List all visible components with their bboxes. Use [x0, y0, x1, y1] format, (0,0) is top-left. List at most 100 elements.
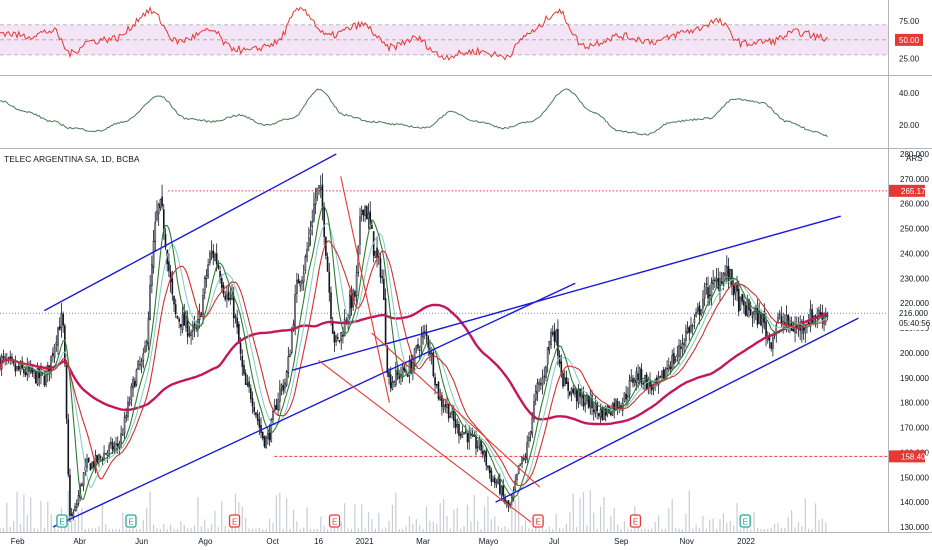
volume-bar: [603, 496, 605, 532]
volume-bar: [289, 528, 291, 532]
earnings-marker-label: E: [232, 518, 237, 527]
candle-body: [62, 313, 64, 326]
stock-chart[interactable]: 75.00 50.00 25.00 40.00 20.00 TELEC ARGENTI…: [0, 0, 932, 550]
candle-body: [550, 332, 552, 345]
volume-bar: [562, 528, 564, 532]
candle-body: [625, 393, 627, 400]
candle-body: [135, 369, 138, 386]
volume-bar: [275, 495, 277, 532]
price-tick-label: 140.000: [900, 498, 929, 507]
candle-body: [446, 404, 448, 408]
volume-bar: [255, 528, 257, 532]
candle-body: [321, 184, 324, 210]
volume-bar: [408, 516, 411, 532]
volume-bar: [463, 525, 465, 532]
price-pane[interactable]: [0, 149, 932, 532]
volume-bar: [436, 523, 438, 532]
volume-bar: [671, 499, 673, 532]
volume-bar: [490, 519, 492, 532]
candle-body: [456, 424, 459, 427]
volume-bar: [337, 527, 339, 532]
volume-bar: [101, 504, 103, 532]
volume-bar: [596, 528, 598, 532]
volume-bar: [357, 528, 359, 532]
candle-body: [244, 373, 247, 385]
volume-bar: [425, 506, 428, 532]
volume-bar: [429, 520, 431, 532]
candle-body: [374, 250, 377, 258]
volume-bar: [466, 504, 469, 532]
volume-bar: [675, 528, 677, 532]
candle-body: [543, 375, 546, 378]
candle-body: [249, 388, 252, 400]
time-tick-label: Jul: [549, 537, 559, 546]
time-tick-label: 16: [314, 537, 323, 546]
volume-bar: [303, 527, 305, 532]
time-tick-label: Feb: [11, 537, 25, 546]
candle-body: [485, 450, 488, 466]
candle-body: [232, 295, 235, 319]
candle-body: [64, 325, 66, 364]
volume-bar: [784, 528, 786, 532]
candle-body: [724, 272, 726, 276]
candle-body: [787, 314, 790, 327]
candle-body: [371, 225, 373, 229]
candle-body: [55, 342, 58, 345]
candle-body: [253, 406, 256, 412]
volume-bar: [94, 528, 97, 532]
volume-bar: [449, 528, 452, 532]
candle-body: [784, 322, 786, 324]
candle-body: [743, 300, 745, 306]
volume-bar: [258, 527, 260, 532]
candle-body: [360, 210, 363, 216]
volume-bar: [446, 515, 448, 532]
candle-body: [251, 398, 254, 407]
candle-body: [314, 197, 317, 205]
volume-bar: [105, 524, 107, 532]
candle-body: [290, 331, 293, 353]
candle-body: [181, 314, 184, 331]
volume-bar: [306, 507, 308, 532]
time-tick-label: Sep: [614, 537, 629, 546]
candle-body: [108, 445, 111, 452]
candle-body: [185, 316, 187, 328]
volume-bar: [739, 528, 742, 532]
candle-body: [540, 383, 542, 385]
candle-body: [582, 393, 585, 407]
volume-bar: [753, 511, 755, 532]
candle-body: [565, 377, 568, 385]
candle-body: [14, 364, 17, 372]
candle-body: [645, 374, 648, 390]
candle-body: [463, 432, 465, 434]
candle-body: [152, 240, 155, 268]
candle-body: [2, 356, 5, 358]
volume-bar: [2, 528, 5, 532]
candle-body: [161, 196, 163, 207]
candle-body: [703, 286, 706, 299]
candle-body: [277, 399, 279, 411]
candle-body: [497, 478, 500, 484]
candle-body: [154, 222, 157, 242]
candle-body: [26, 365, 29, 376]
rsi-tick-label: 50.00: [899, 36, 920, 45]
candle-body: [296, 280, 298, 294]
candle-body: [335, 335, 337, 343]
volume-bar: [695, 524, 697, 532]
volume-bar: [460, 528, 462, 532]
candle-body: [379, 258, 382, 278]
candle-body: [751, 316, 754, 318]
candle-body: [514, 480, 517, 491]
candle-body: [86, 459, 88, 468]
candle-body: [180, 323, 182, 328]
volume-bar: [804, 498, 806, 532]
candle-body: [273, 405, 276, 411]
candle-body: [458, 423, 460, 436]
candle-body: [538, 381, 540, 385]
volume-bar: [391, 504, 394, 532]
candle-body: [4, 356, 6, 359]
volume-bar: [384, 527, 387, 532]
volume-bar: [422, 528, 424, 532]
candle-body: [599, 409, 602, 418]
volume-bar: [787, 517, 789, 532]
candle-body: [673, 353, 675, 365]
